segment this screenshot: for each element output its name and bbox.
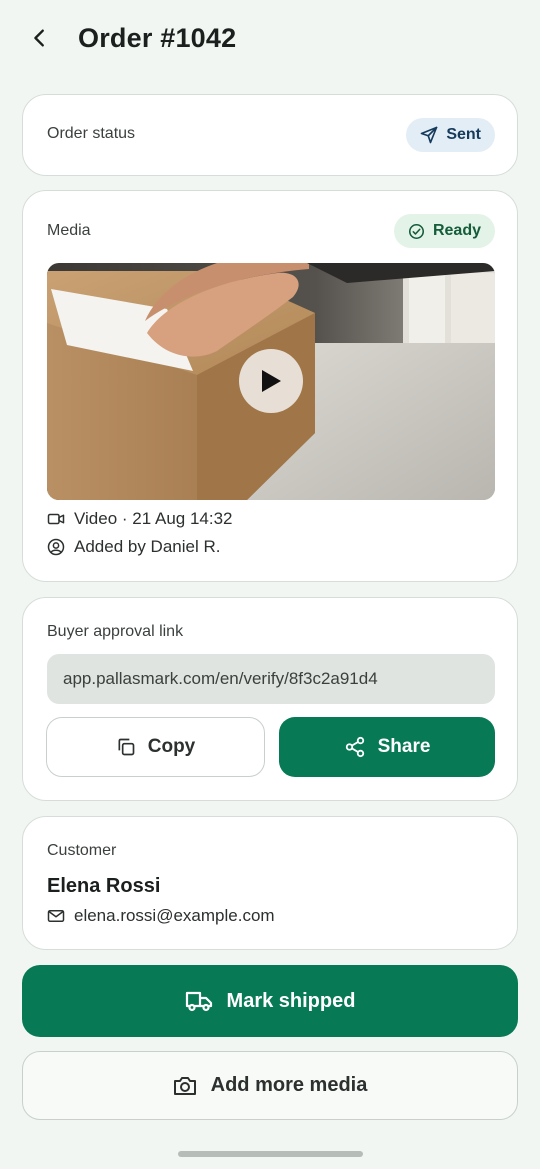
- customer-label: Customer: [47, 842, 117, 859]
- home-indicator[interactable]: [178, 1151, 363, 1157]
- truck-icon: [185, 991, 212, 1012]
- video-thumbnail[interactable]: [47, 263, 495, 500]
- page-title: Order #1042: [78, 23, 237, 53]
- media-card: Media Ready Video · 21 Aug 14:32 Added b…: [22, 190, 518, 582]
- approval-link-label: Buyer approval link: [47, 623, 184, 640]
- approval-link-text: app.pallasmark.com/en/verify/8f3c2a91d4: [63, 669, 378, 688]
- play-icon: [262, 370, 281, 392]
- media-label: Media: [47, 222, 91, 239]
- order-status-card: Order status Sent: [22, 94, 518, 176]
- customer-email-row: elena.rossi@example.com: [47, 906, 275, 926]
- add-more-media-label: Add more media: [210, 1074, 368, 1096]
- ready-badge: Ready: [393, 214, 495, 248]
- ready-badge-text: Ready: [432, 222, 481, 239]
- back-button[interactable]: [22, 20, 58, 56]
- order-status-label: Order status: [47, 125, 136, 142]
- customer-card: Customer Elena Rossi elena.rossi@example…: [22, 816, 518, 950]
- video-camera-icon: [47, 513, 65, 525]
- add-more-media-button[interactable]: Add more media: [22, 1051, 518, 1120]
- share-button-label: Share: [377, 736, 431, 757]
- play-button[interactable]: [239, 349, 303, 413]
- mail-icon: [47, 910, 65, 922]
- approval-link-card: Buyer approval link app.pallasmark.com/e…: [22, 597, 518, 801]
- video-meta-text: Video · 21 Aug 14:32: [74, 509, 233, 528]
- copy-icon: [118, 738, 135, 756]
- camera-icon: [173, 1076, 196, 1095]
- check-circle-icon: [408, 223, 424, 239]
- approval-link-field[interactable]: app.pallasmark.com/en/verify/8f3c2a91d4: [47, 654, 495, 704]
- mark-shipped-label: Mark shipped: [226, 989, 356, 1012]
- added-by-row: Added by Daniel R.: [47, 537, 220, 557]
- video-meta-row: Video · 21 Aug 14:32: [47, 509, 233, 529]
- mark-shipped-button[interactable]: Mark shipped: [22, 965, 518, 1037]
- status-badge: Sent: [406, 118, 495, 152]
- customer-name: Elena Rossi: [47, 875, 161, 897]
- copy-button[interactable]: Copy: [46, 717, 265, 777]
- chevron-left-icon: [34, 29, 44, 47]
- share-button[interactable]: Share: [279, 717, 495, 777]
- status-badge-text: Sent: [446, 126, 481, 143]
- share-icon: [345, 736, 364, 758]
- copy-button-label: Copy: [147, 736, 196, 757]
- app-header: Order #1042: [0, 0, 540, 80]
- added-by-text: Added by Daniel R.: [74, 537, 221, 556]
- send-icon: [421, 126, 438, 144]
- customer-email[interactable]: elena.rossi@example.com: [74, 906, 275, 926]
- user-circle-icon: [47, 538, 65, 556]
